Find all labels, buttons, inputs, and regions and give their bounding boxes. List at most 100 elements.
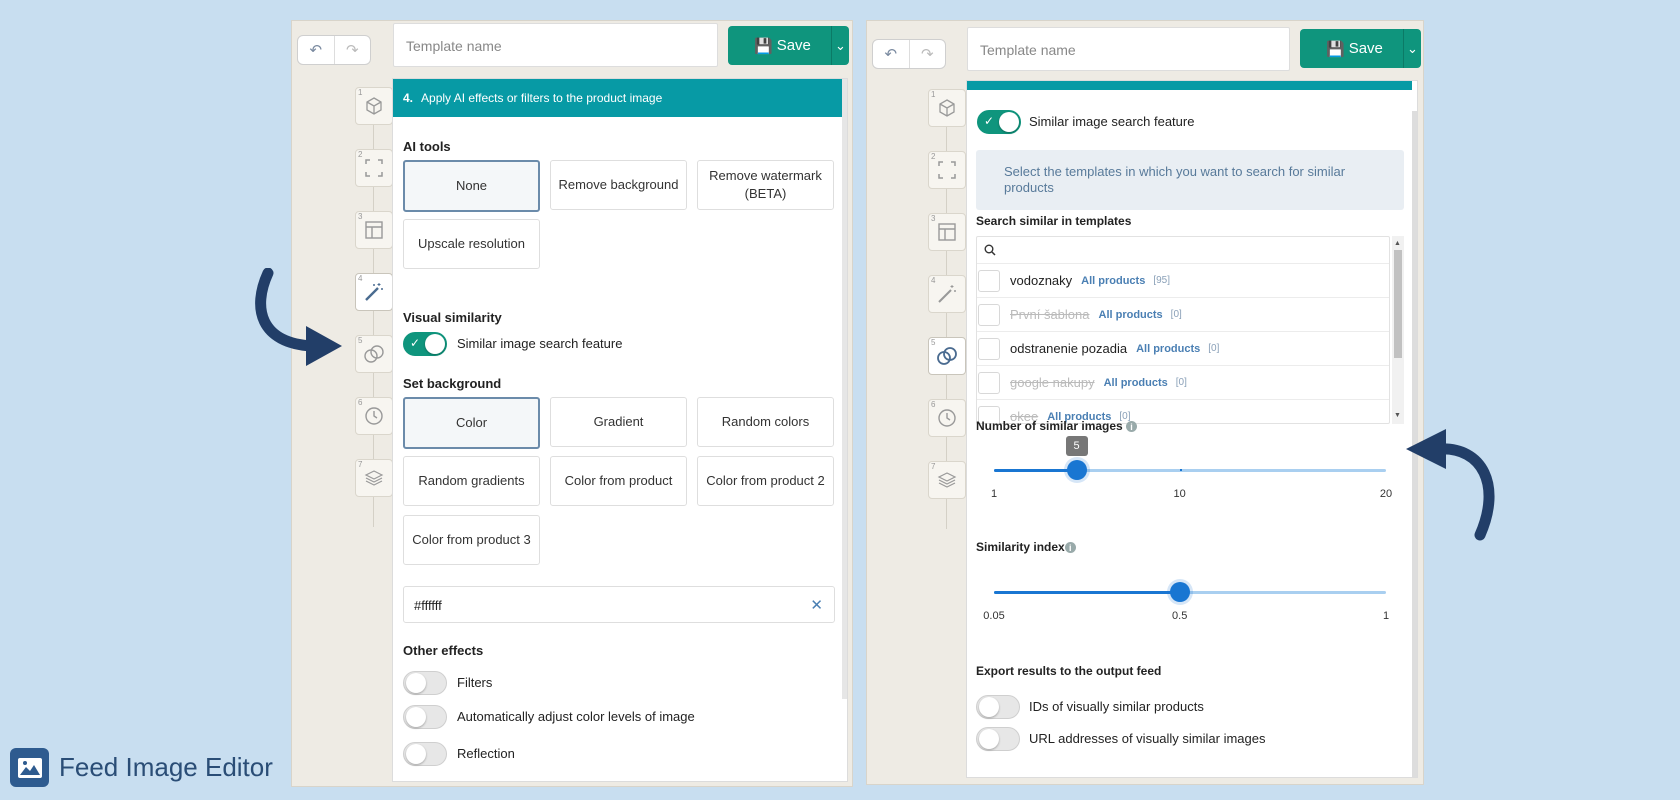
ai-option-upscale[interactable]: Upscale resolution [403,219,540,269]
bg-option-random-colors[interactable]: Random colors [697,397,834,447]
filters-label: Filters [457,675,493,690]
slider-min-label: 0.05 [983,610,1005,622]
filters-toggle[interactable] [403,671,447,695]
export-label: Export results to the output feed [976,664,1162,678]
step-1-cube-icon[interactable]: 1 [928,89,966,127]
step-4-magic-wand-icon[interactable]: 4 [355,273,393,311]
chevron-down-icon[interactable]: ⌄ [1404,29,1421,68]
step-1-cube-icon[interactable]: 1 [355,87,393,125]
step-6-clock-icon[interactable]: 6 [928,399,966,437]
ai-tools-label: AI tools [403,139,451,154]
templates-list: vodoznaky All products [95] První šablona A… [976,236,1390,424]
export-urls-label: URL addresses of visually similar images [1029,731,1266,746]
slider-mid-label: 10 [1173,488,1186,500]
template-row[interactable]: První šablona All products [0] [977,297,1389,331]
checkbox[interactable] [978,269,1000,292]
scrollbar[interactable] [842,79,847,699]
step-4-magic-wand-icon[interactable]: 4 [928,275,966,313]
bg-option-color-from-product-2[interactable]: Color from product 2 [697,456,834,506]
slider-tick [1179,469,1182,471]
ai-option-remove-watermark[interactable]: Remove watermark (BETA) [697,160,834,210]
checkbox[interactable] [978,337,1000,360]
template-row[interactable]: google nakupy All products [0] [977,365,1389,399]
undo-icon[interactable]: ↶ [298,36,334,64]
step-7-layers-icon[interactable]: 7 [355,459,393,497]
slider-mid-label: 0.5 [1172,610,1188,622]
app-logo: Feed Image Editor [10,748,273,787]
auto-color-label: Automatically adjust color levels of ima… [457,709,695,724]
curved-arrow-left-icon [1406,429,1495,541]
undo-redo-group: ↶ ↷ [872,39,946,69]
other-effects-label: Other effects [403,643,484,658]
save-button[interactable]: 💾 Save ⌄ [728,26,849,65]
redo-icon[interactable]: ↷ [908,40,946,68]
section-header-strip [967,81,1412,90]
visual-similarity-label: Visual similarity [403,310,502,325]
checkbox[interactable] [978,371,1000,394]
num-similar-slider[interactable]: 5 1 10 20 [990,436,1392,511]
bg-option-color[interactable]: Color [403,397,540,449]
step-7-layers-icon[interactable]: 7 [928,461,966,499]
list-scrollbar[interactable]: ▲ ▼ [1392,236,1404,424]
similarity-index-slider[interactable]: 0.05 0.5 1 [983,573,1390,633]
template-name-input[interactable]: Template name [393,23,718,67]
export-ids-toggle[interactable] [976,695,1020,719]
export-ids-label: IDs of visually similar products [1029,699,1204,714]
template-row[interactable]: vodoznaky All products [95] [977,263,1389,297]
template-name-input[interactable]: Template name [967,27,1290,71]
chevron-down-icon[interactable]: ⌄ [832,26,849,65]
color-value-input[interactable]: #ffffff ✕ [403,586,835,623]
section-header: 4. Apply AI effects or filters to the pro… [393,79,842,117]
floppy-icon: 💾 [754,37,773,55]
template-row[interactable]: odstranenie pozadia All products [0] [977,331,1389,365]
right-editor-panel: ↶ ↷ Template name 💾 Save ⌄ 1 2 3 4 5 6 7 … [866,20,1424,785]
step-3-layout-icon[interactable]: 3 [355,211,393,249]
similarity-index-label: Similarity index i [976,540,1076,554]
app-name: Feed Image Editor [59,752,273,782]
step-content: ✓ Similar image search feature Select th… [966,80,1418,778]
step-2-crop-icon[interactable]: 2 [355,149,393,187]
auto-color-toggle[interactable] [403,705,447,729]
info-icon: i [1126,421,1138,433]
ai-option-none[interactable]: None [403,160,540,212]
step-nav: 1 2 3 4 5 6 7 [355,87,393,527]
info-message: Select the templates in which you want t… [976,150,1404,210]
search-icon [984,244,996,256]
reflection-label: Reflection [457,746,515,761]
search-templates-label: Search similar in templates [976,214,1132,228]
redo-icon[interactable]: ↷ [333,36,371,64]
check-icon: ✓ [984,114,995,128]
save-label: Save [1348,40,1383,57]
slider-tick [1179,591,1182,593]
step-2-crop-icon[interactable]: 2 [928,151,966,189]
step-6-clock-icon[interactable]: 6 [355,397,393,435]
step-nav: 1 2 3 4 5 6 7 [928,89,966,529]
floppy-icon: 💾 [1326,40,1345,58]
save-button[interactable]: 💾 Save ⌄ [1300,29,1421,68]
bg-option-random-gradients[interactable]: Random gradients [403,456,540,506]
bg-option-color-from-product-3[interactable]: Color from product 3 [403,515,540,565]
close-icon[interactable]: ✕ [810,596,823,614]
similar-search-label: Similar image search feature [457,336,623,351]
step-5-circles-icon[interactable]: 5 [928,337,966,375]
save-label: Save [776,37,811,54]
image-icon [10,748,49,787]
bg-option-color-from-product[interactable]: Color from product [550,456,687,506]
template-search-input[interactable] [977,237,1389,263]
slider-max-label: 1 [1382,610,1390,622]
slider-min-label: 1 [990,488,998,500]
bg-option-gradient[interactable]: Gradient [550,397,687,447]
ai-option-remove-background[interactable]: Remove background [550,160,687,210]
similar-search-toggle[interactable]: ✓ [403,332,447,356]
export-urls-toggle[interactable] [976,727,1020,751]
similar-search-toggle[interactable]: ✓ [977,110,1021,134]
undo-redo-group: ↶ ↷ [297,35,371,65]
set-background-label: Set background [403,376,502,391]
step-5-circles-icon[interactable]: 5 [355,335,393,373]
slider-track-fill [994,591,1180,594]
checkbox[interactable] [978,303,1000,326]
undo-icon[interactable]: ↶ [873,40,909,68]
reflection-toggle[interactable] [403,742,447,766]
slider-thumb[interactable] [1066,460,1087,480]
step-3-layout-icon[interactable]: 3 [928,213,966,251]
